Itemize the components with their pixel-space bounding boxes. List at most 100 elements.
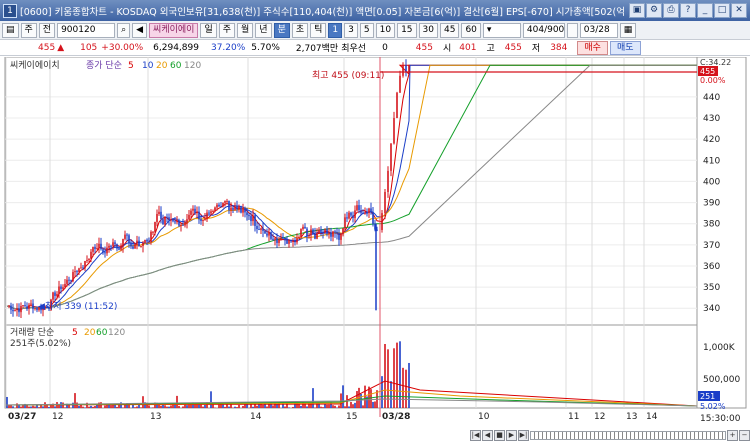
minimize-icon[interactable]: _	[697, 3, 713, 18]
sound-icon[interactable]: ◀	[132, 23, 147, 38]
x-tick-label: 03/27	[8, 412, 36, 422]
time-label: 15:30:00	[700, 414, 741, 424]
volume-bar	[136, 406, 138, 408]
settings-icon[interactable]: ⚙	[646, 3, 662, 18]
low-label: 저	[532, 41, 540, 54]
volume-bar	[238, 405, 240, 408]
candle-body	[126, 235, 128, 236]
priority-label: 최우선	[341, 41, 366, 54]
candle-body	[186, 219, 188, 222]
window-title: [0600] 키움종합차트 - KOSDAQ 외국인보유[31,638(천)] …	[20, 4, 629, 18]
count-field[interactable]: 404/900	[523, 23, 565, 38]
first-icon[interactable]: |◀	[470, 430, 481, 441]
x-tick-label: 13	[150, 412, 161, 422]
interval-60[interactable]: 60	[461, 23, 480, 38]
candle-body	[112, 242, 114, 246]
candle-body	[148, 241, 150, 242]
interval-30[interactable]: 30	[419, 23, 438, 38]
candle-body	[282, 238, 284, 239]
stock-name-button[interactable]: 씨케이에이	[149, 23, 198, 38]
stop-icon[interactable]: ■	[494, 430, 505, 441]
maximize-icon[interactable]: □	[714, 3, 730, 18]
interval-15[interactable]: 15	[397, 23, 416, 38]
mode-select-2[interactable]: 전	[39, 23, 55, 38]
stock-code-input[interactable]: 900120	[57, 23, 115, 38]
candle-body	[124, 235, 126, 239]
volume-bar	[142, 396, 144, 408]
candle-body	[116, 244, 118, 248]
candle-body	[232, 208, 234, 210]
last-icon[interactable]: ▶|	[518, 430, 529, 441]
candle-body	[30, 304, 32, 305]
date-field[interactable]: 03/28	[580, 23, 618, 38]
candle-body	[26, 306, 28, 308]
candle-body	[372, 212, 374, 224]
interval-1[interactable]: 1	[328, 23, 342, 38]
candle-body	[270, 232, 272, 239]
lock-icon[interactable]: ▣	[629, 3, 645, 18]
candle-body	[144, 240, 146, 243]
interval-5[interactable]: 5	[360, 23, 374, 38]
chart-area[interactable]: 44043042041040039038037036035034003/2712…	[0, 57, 750, 444]
sell-button[interactable]: 매도	[610, 41, 641, 55]
candle-body	[272, 239, 274, 240]
chart-type-button[interactable]: ▤	[2, 23, 19, 38]
candle-body	[202, 220, 204, 221]
prev-icon[interactable]: ◀	[482, 430, 493, 441]
candle-body	[408, 65, 410, 71]
next-icon[interactable]: ▶	[506, 430, 517, 441]
zoom-in-icon[interactable]: +	[727, 430, 738, 441]
tab-day[interactable]: 일	[200, 23, 216, 38]
interval-10[interactable]: 10	[376, 23, 395, 38]
y-tick-label: 390	[703, 199, 720, 209]
tab-minute[interactable]: 분	[274, 23, 290, 38]
calendar-icon[interactable]: ▦	[620, 23, 637, 38]
mode-select-1[interactable]: 주	[21, 23, 37, 38]
help-icon[interactable]: ?	[680, 3, 696, 18]
scroll-track[interactable]	[530, 431, 726, 440]
y-tick-label: 370	[703, 241, 720, 251]
candle-body	[56, 294, 58, 296]
candle-body	[288, 240, 290, 244]
interval-3[interactable]: 3	[344, 23, 358, 38]
interval-45[interactable]: 45	[440, 23, 459, 38]
volume-bar	[342, 385, 344, 408]
price-chart-svg[interactable]: 44043042041040039038037036035034003/2712…	[0, 57, 750, 444]
volume-bar	[166, 407, 168, 408]
tab-week[interactable]: 주	[219, 23, 235, 38]
close-icon[interactable]: ✕	[731, 3, 747, 18]
vol-ma-period: 60	[96, 328, 108, 338]
y-tick-label: 400	[703, 177, 720, 187]
candle-body	[76, 271, 78, 272]
y-tick-label: 340	[703, 304, 720, 314]
candle-body	[8, 306, 10, 307]
checkbox[interactable]	[567, 23, 578, 38]
candle-body	[150, 232, 152, 242]
volume-bar	[148, 405, 150, 408]
zoom-out-icon[interactable]: −	[739, 430, 750, 441]
tab-year[interactable]: 년	[255, 23, 271, 38]
candle-body	[316, 233, 318, 238]
volume-bar	[64, 407, 66, 408]
search-icon[interactable]: ⌕	[117, 23, 130, 38]
volume-sub-label: 251주(5.02%)	[10, 338, 71, 349]
volume-bar	[54, 406, 56, 408]
volume-bar	[78, 406, 80, 408]
candle-body	[354, 210, 356, 218]
volume-bar	[6, 397, 8, 408]
candle-body	[393, 118, 395, 143]
print-icon[interactable]: ⎙	[663, 3, 679, 18]
volume-bar	[152, 407, 154, 408]
volume-bar	[58, 405, 60, 408]
volume-bar	[262, 405, 264, 408]
tab-tick[interactable]: 틱	[310, 23, 326, 38]
tab-second[interactable]: 초	[292, 23, 308, 38]
x-tick-label: 12	[594, 412, 605, 422]
vol-ma-period: 20	[84, 328, 96, 338]
buy-button[interactable]: 매수	[577, 41, 608, 55]
high-label: 고	[486, 41, 494, 54]
interval-input[interactable]: ▾	[483, 23, 521, 38]
candle-body	[360, 210, 362, 213]
tab-month[interactable]: 월	[237, 23, 253, 38]
chart-scrollbar[interactable]: |◀ ◀ ■ ▶ ▶| + −	[470, 428, 750, 443]
